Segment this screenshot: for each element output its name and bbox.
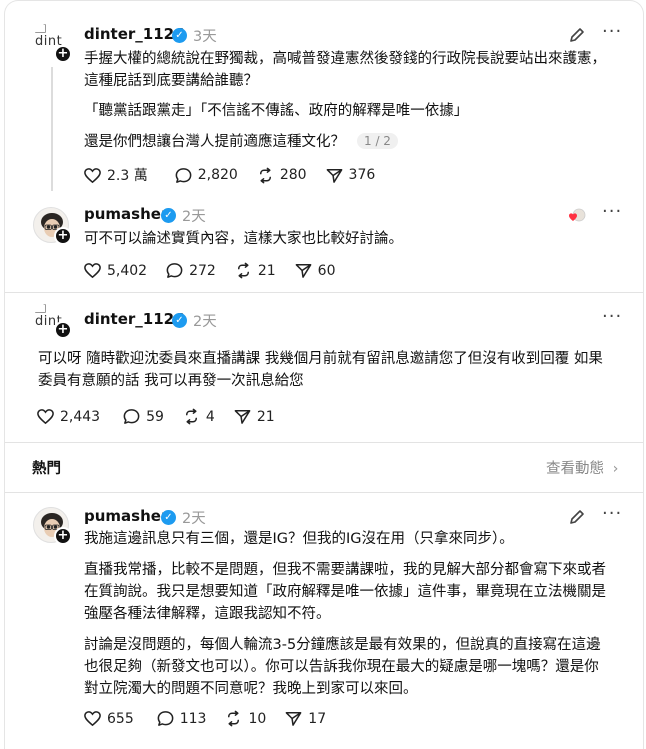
post-4: + pumashen ✓ 2天 ··· 我施這邊訊息只有三個，還是IG？但我的I…: [5, 493, 643, 749]
verified-badge-icon: ✓: [172, 28, 187, 43]
action-bar: 5,402 272 21 60: [83, 261, 353, 280]
divider: [5, 442, 643, 443]
repost-count: 10: [248, 710, 267, 727]
reply-button[interactable]: 59: [122, 407, 164, 426]
post-text: 手握大權的總統說在野獨裁，高喊普發違憲然後發錢的行政院長說要站出來護憲， 這種屁…: [84, 51, 606, 89]
reply-button[interactable]: 2,820: [174, 166, 238, 185]
more-options-icon[interactable]: ···: [602, 308, 622, 332]
post-text: 還是你們想讓台灣人提前適應這種文化？: [84, 134, 345, 150]
carousel-pager[interactable]: 1 / 2: [357, 133, 398, 149]
reply-button[interactable]: 113: [156, 709, 207, 728]
broken-image-icon: [34, 24, 46, 33]
post-text: 討論是沒問題的，每個人輪流3-5分鐘應該是最有效果的，但說真的直接寫在這邊 也很…: [84, 637, 601, 697]
reply-count: 272: [189, 262, 216, 279]
username[interactable]: pumashen: [84, 507, 172, 525]
like-button[interactable]: 2.3 萬: [83, 165, 148, 185]
comment-icon: [157, 711, 174, 726]
like-count: 655: [107, 710, 134, 727]
heart-icon: [84, 263, 101, 279]
timestamp[interactable]: 2天: [182, 507, 206, 528]
heart-icon: [84, 167, 101, 183]
like-button[interactable]: 2,443: [36, 407, 100, 426]
post-text: 可以呀 隨時歡迎沈委員來直播講課 我幾個月前就有留訊息邀請您了但沒有收到回覆 如…: [38, 351, 603, 389]
repost-button[interactable]: 10: [224, 709, 266, 728]
send-icon: [295, 264, 312, 278]
like-button[interactable]: 5,402: [83, 261, 147, 280]
chevron-right-icon: ›: [612, 461, 619, 477]
send-icon: [285, 712, 302, 726]
like-count: 2.3 萬: [107, 168, 148, 184]
post-text: 可不可以論述實質內容，這樣大家也比較好討論。: [84, 231, 403, 247]
share-button[interactable]: 376: [325, 166, 376, 185]
send-icon: [234, 410, 251, 424]
like-count: 2,443: [60, 408, 101, 425]
more-options-icon[interactable]: ···: [602, 505, 622, 529]
send-icon: [326, 168, 342, 183]
reply-button[interactable]: 272: [165, 261, 216, 280]
share-button[interactable]: 17: [284, 709, 326, 728]
reply-count: 113: [179, 710, 207, 727]
post-text: 「聽黨話跟黨走」「不信謠不傳謠、政府的解釋是唯一依據」: [84, 103, 469, 119]
post-3: dint + dinter_1126 ✓ 2天 ··· 可以呀 隨時歡迎沈委員來…: [5, 293, 643, 443]
action-bar: 655 113 10 17: [83, 709, 344, 728]
post-text: 直播我常播，比較不是問題，但我不需要講課啦，我的見解大部分都會寫下來或者 在質詢…: [84, 562, 606, 622]
share-button[interactable]: 60: [294, 261, 336, 280]
follow-plus-icon[interactable]: +: [54, 527, 72, 545]
comment-icon: [166, 263, 183, 278]
post-text: 我施這邊訊息只有三個，還是IG？但我的IG沒在用（只拿來同步）。: [84, 531, 514, 547]
like-button[interactable]: 655: [83, 709, 134, 728]
timestamp[interactable]: 2天: [182, 205, 206, 226]
broken-image-icon: [34, 304, 46, 313]
share-count: 21: [256, 408, 275, 425]
view-activity-link[interactable]: 查看動態 ›: [546, 457, 618, 478]
view-activity-label: 查看動態: [546, 461, 604, 477]
more-options-icon[interactable]: ···: [602, 203, 622, 227]
timestamp[interactable]: 2天: [193, 310, 217, 331]
repost-icon: [228, 710, 240, 727]
timestamp[interactable]: 3天: [193, 25, 217, 46]
username[interactable]: dinter_1126: [84, 310, 185, 328]
username[interactable]: dinter_1126: [84, 25, 185, 43]
heart-icon: [84, 711, 101, 727]
verified-badge-icon: ✓: [161, 208, 176, 223]
share-button[interactable]: 21: [233, 407, 275, 426]
repost-count: 21: [257, 262, 276, 279]
like-count: 5,402: [107, 262, 148, 279]
action-bar: 2.3 萬 2,820 280 376: [83, 165, 393, 185]
action-bar: 2,443 59 4 21: [36, 407, 293, 426]
repost-count: 280: [279, 167, 307, 183]
more-options-icon[interactable]: ···: [602, 23, 622, 47]
post-1: dint + dinter_1126 ✓ 3天 ··· 手握大權的總統說在野獨裁…: [5, 1, 643, 201]
follow-plus-icon[interactable]: +: [54, 227, 72, 245]
repost-icon: [259, 167, 271, 183]
repost-button[interactable]: 21: [234, 261, 276, 280]
repost-button[interactable]: 4: [182, 407, 215, 426]
thread-line: [51, 67, 53, 191]
repost-button[interactable]: 280: [256, 166, 307, 185]
share-count: 60: [317, 262, 336, 279]
follow-plus-icon[interactable]: +: [54, 45, 72, 63]
repost-icon: [185, 408, 197, 425]
verified-badge-icon: ✓: [161, 510, 176, 525]
comment-icon: [123, 409, 140, 424]
repost-count: 4: [205, 408, 215, 425]
verified-badge-icon: ✓: [172, 313, 187, 328]
hot-tab[interactable]: 熱門: [32, 457, 61, 478]
share-count: 17: [308, 710, 327, 727]
edit-icon[interactable]: [567, 507, 587, 527]
username[interactable]: pumashen: [84, 205, 172, 223]
threads-panel: dint + dinter_1126 ✓ 3天 ··· 手握大權的總統說在野獨裁…: [4, 0, 644, 749]
reply-count: 59: [146, 408, 164, 425]
follow-plus-icon[interactable]: +: [54, 321, 72, 339]
author-liked-icon: [569, 208, 586, 222]
comment-icon: [175, 167, 192, 183]
repost-icon: [237, 262, 249, 279]
share-count: 376: [348, 167, 376, 183]
reply-count: 2,820: [197, 167, 238, 183]
post-2: + pumashen ✓ 2天 ··· 可不可以論述實質內容，這樣大家也比較好討…: [5, 191, 643, 291]
heart-icon: [37, 409, 54, 425]
edit-icon[interactable]: [567, 25, 587, 45]
